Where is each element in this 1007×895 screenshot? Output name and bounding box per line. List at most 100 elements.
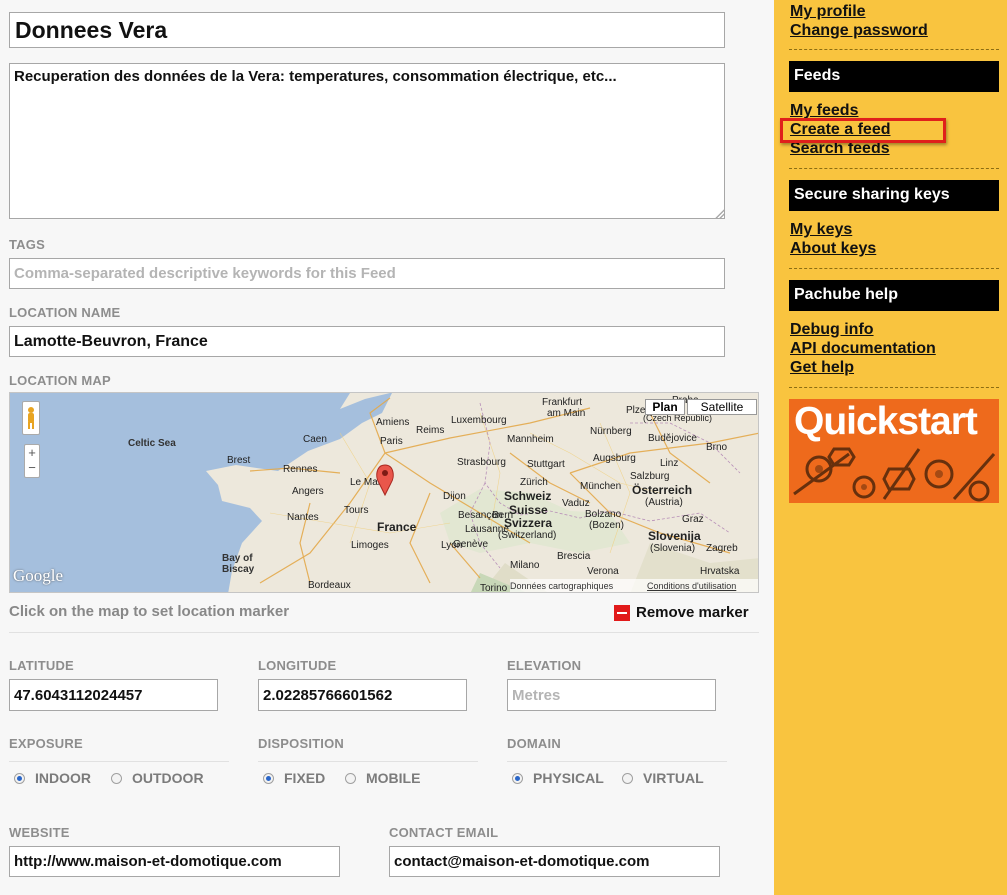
tags-input[interactable] xyxy=(9,258,725,289)
map-type-control: Plan Satellite xyxy=(645,399,758,415)
quickstart-title: Quickstart xyxy=(794,400,978,443)
map-label-vaduz: Vaduz xyxy=(562,498,590,509)
radio-mobile[interactable] xyxy=(345,773,356,784)
contact-email-input[interactable] xyxy=(389,846,720,877)
map-label-reims: Reims xyxy=(416,425,445,436)
map-label-rennes: Rennes xyxy=(283,464,318,475)
map-label-bozen: (Bozen) xyxy=(589,520,625,531)
map-label-paris: Paris xyxy=(380,436,403,447)
disposition-divider xyxy=(258,761,478,762)
map-label-dijon: Dijon xyxy=(443,491,466,502)
radio-virtual[interactable] xyxy=(622,773,633,784)
exposure-divider xyxy=(9,761,229,762)
radio-indoor-label: INDOOR xyxy=(35,770,91,786)
map-label-stuttgart: Stuttgart xyxy=(527,459,565,470)
map-label-bolzano: Bolzano xyxy=(585,509,622,520)
keys-heading: Secure sharing keys xyxy=(789,180,999,211)
radio-physical[interactable] xyxy=(512,773,523,784)
sidebar-link-debug-info[interactable]: Debug info xyxy=(790,320,936,339)
map-label-brno: Brno xyxy=(706,442,728,453)
elevation-label: ELEVATION xyxy=(507,658,582,673)
latitude-label: LATITUDE xyxy=(9,658,74,673)
map-location-marker[interactable] xyxy=(373,461,397,497)
feed-description-textarea[interactable]: Recuperation des données de la Vera: tem… xyxy=(9,63,725,219)
map-label-hrvatska: Hrvatska xyxy=(700,566,740,577)
domain-label: DOMAIN xyxy=(507,736,561,751)
map-label-bay-of: Bay of xyxy=(222,553,253,564)
map-label-milano: Milano xyxy=(510,560,540,571)
longitude-input[interactable] xyxy=(258,679,467,711)
sidebar-divider-1 xyxy=(789,49,999,50)
map-label-slovenija: Slovenija xyxy=(648,529,701,543)
map-zoom-control: + − xyxy=(24,444,40,478)
radio-outdoor[interactable] xyxy=(111,773,122,784)
radio-indoor[interactable] xyxy=(14,773,25,784)
remove-icon xyxy=(614,605,630,621)
radio-virtual-label: VIRTUAL xyxy=(643,770,704,786)
account-links: My profile Change password xyxy=(790,2,928,40)
quickstart-banner[interactable]: Quickstart xyxy=(789,399,999,503)
map-label-nurnberg: Nürnberg xyxy=(590,426,632,437)
map-terms-link[interactable]: Conditions d'utilisation xyxy=(647,579,736,592)
help-heading: Pachube help xyxy=(789,280,999,311)
keys-links: My keys About keys xyxy=(790,220,876,258)
map-label-verona: Verona xyxy=(587,566,619,577)
map-pegman-control[interactable] xyxy=(22,401,40,435)
sidebar-link-change-password[interactable]: Change password xyxy=(790,21,928,40)
feed-title-input[interactable] xyxy=(9,12,725,48)
map-label-mannheim: Mannheim xyxy=(507,434,554,445)
sidebar-link-my-keys[interactable]: My keys xyxy=(790,220,876,239)
map-hint: Click on the map to set location marker xyxy=(9,603,290,620)
sidebar-link-get-help[interactable]: Get help xyxy=(790,358,936,377)
sidebar: My profile Change password Feeds My feed… xyxy=(774,0,1007,895)
map-label-slovenia: (Slovenia) xyxy=(650,543,696,554)
map-label-luxembourg: Luxembourg xyxy=(451,415,507,426)
map-type-plan-button[interactable]: Plan xyxy=(645,399,685,415)
create-feed-highlight xyxy=(780,118,946,143)
map-label-frankfurt: Frankfurt xyxy=(542,397,583,408)
radio-outdoor-label: OUTDOOR xyxy=(132,770,204,786)
map-label-linz: Linz xyxy=(660,458,679,469)
map-label-amiens: Amiens xyxy=(376,417,410,428)
website-input[interactable] xyxy=(9,846,340,877)
map-label-limoges: Limoges xyxy=(351,540,389,551)
map-attribution-bar: Données cartographiques Conditions d'uti… xyxy=(510,579,758,592)
map-label-lausanne: Lausanne xyxy=(465,524,509,535)
location-name-input[interactable] xyxy=(9,326,725,357)
elevation-input[interactable] xyxy=(507,679,716,711)
location-map[interactable]: Celtic Sea Bay of Biscay France Schweiz … xyxy=(9,392,759,593)
map-label-strasbourg: Strasbourg xyxy=(457,457,506,468)
map-label-zagreb: Zagreb xyxy=(706,543,738,554)
map-label-brescia: Brescia xyxy=(557,551,591,562)
map-type-satellite-button[interactable]: Satellite xyxy=(687,399,757,415)
domain-divider xyxy=(507,761,727,762)
sidebar-divider-4 xyxy=(789,387,999,388)
sidebar-divider-3 xyxy=(789,268,999,269)
textarea-resize-handle[interactable] xyxy=(714,208,724,218)
remove-marker-label: Remove marker xyxy=(636,604,749,621)
map-label-biscay: Biscay xyxy=(222,564,255,575)
latitude-input[interactable] xyxy=(9,679,218,711)
sidebar-link-my-profile[interactable]: My profile xyxy=(790,2,928,21)
map-label-zurich: Zürich xyxy=(520,477,548,488)
sidebar-link-about-keys[interactable]: About keys xyxy=(790,239,876,258)
map-label-caen: Caen xyxy=(303,434,327,445)
radio-mobile-label: MOBILE xyxy=(366,770,421,786)
divider-1 xyxy=(9,632,759,633)
radio-fixed[interactable] xyxy=(263,773,274,784)
map-label-osterreich: Österreich xyxy=(632,483,693,497)
map-label-salzburg: Salzburg xyxy=(630,471,670,482)
map-label-augsburg: Augsburg xyxy=(593,453,636,464)
map-label-graz: Graz xyxy=(682,514,704,525)
contact-email-label: CONTACT EMAIL xyxy=(389,825,499,840)
zoom-in-button[interactable]: + xyxy=(25,445,39,460)
map-label-schweiz: Schweiz xyxy=(504,489,552,503)
feeds-heading: Feeds xyxy=(789,61,999,92)
zoom-out-button[interactable]: − xyxy=(25,460,39,475)
map-label-budejovice: Budějovice xyxy=(648,433,697,444)
map-label-france: France xyxy=(377,520,417,534)
map-label-tours: Tours xyxy=(344,505,369,516)
sidebar-link-api-documentation[interactable]: API documentation xyxy=(790,339,936,358)
sidebar-divider-2 xyxy=(789,168,999,169)
pegman-icon xyxy=(28,407,34,429)
